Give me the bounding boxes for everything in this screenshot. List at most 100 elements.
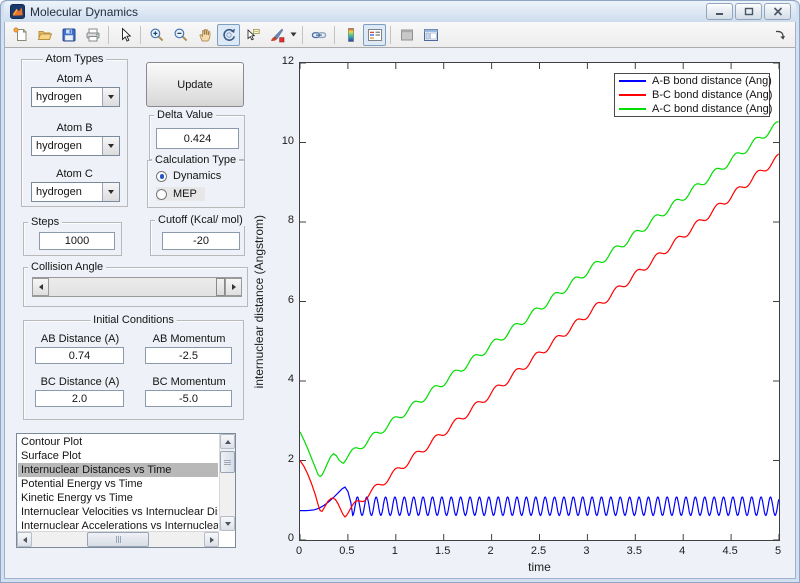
ab-momentum-label: AB Momentum xyxy=(152,333,226,345)
dock-figure-button[interactable] xyxy=(768,24,791,46)
x-axis-label: time xyxy=(528,560,551,574)
bc-distance-label: BC Distance (A) xyxy=(40,376,120,388)
chevron-down-icon xyxy=(108,190,114,194)
data-cursor-button[interactable] xyxy=(241,24,264,46)
brush-button[interactable] xyxy=(265,24,288,46)
atom-c-dropdown[interactable]: hydrogen xyxy=(31,182,120,202)
list-item[interactable]: Internuclear Distances vs Time xyxy=(18,463,218,477)
atom-a-dropdown[interactable]: hydrogen xyxy=(31,87,120,107)
list-item[interactable]: Surface Plot xyxy=(18,449,218,463)
atom-types-panel: Atom Types Atom A hydrogen Atom B hydrog… xyxy=(21,53,128,207)
horizontal-scroll-thumb[interactable] xyxy=(87,532,149,547)
update-button[interactable]: Update xyxy=(146,62,244,107)
plot-type-listbox: Contour Plot Surface Plot Internuclear D… xyxy=(16,433,236,548)
pan-button[interactable] xyxy=(193,24,216,46)
scroll-right-button[interactable] xyxy=(204,532,219,547)
slider-thumb[interactable] xyxy=(216,278,225,296)
horizontal-scrollbar[interactable] xyxy=(17,531,219,547)
x-tick-label: 0 xyxy=(295,545,303,557)
delta-value-title: Delta Value xyxy=(154,109,217,121)
dock-arrow-icon xyxy=(775,30,785,40)
y-tick-label: 8 xyxy=(287,214,294,226)
atom-b-dropdown[interactable]: hydrogen xyxy=(31,136,120,156)
hide-plot-tools-button[interactable] xyxy=(395,24,418,46)
y-tick-label: 4 xyxy=(287,373,294,385)
radio-icon xyxy=(156,188,167,200)
dynamics-radio[interactable]: Dynamics xyxy=(156,169,221,183)
plot-axes[interactable] xyxy=(299,62,780,541)
rotate-3d-button[interactable] xyxy=(217,23,240,46)
title-bar: Molecular Dynamics xyxy=(4,1,796,22)
steps-title: Steps xyxy=(28,216,63,228)
atom-a-value: hydrogen xyxy=(36,91,82,103)
ab-distance-field[interactable]: 0.74 xyxy=(35,347,124,364)
delta-value-field[interactable]: 0.424 xyxy=(156,128,239,149)
new-figure-icon xyxy=(12,26,26,41)
y-tick-label: 2 xyxy=(287,452,294,465)
x-tick-label: 4 xyxy=(679,545,686,557)
y-tick-label: 6 xyxy=(287,293,294,306)
atom-b-value: hydrogen xyxy=(36,140,82,152)
maximize-icon xyxy=(744,7,753,16)
open-file-button[interactable] xyxy=(33,24,56,46)
maximize-button[interactable] xyxy=(735,3,762,20)
toolbar-separator xyxy=(140,25,141,44)
legend-line-swatch xyxy=(619,94,646,96)
initial-conditions-title: Initial Conditions xyxy=(90,314,177,326)
link-plot-button[interactable] xyxy=(307,24,330,46)
toolbar-separator xyxy=(390,25,391,44)
list-item[interactable]: Kinetic Energy vs Time xyxy=(18,491,218,505)
close-button[interactable] xyxy=(764,3,791,20)
new-figure-button[interactable] xyxy=(9,24,32,46)
cutoff-field[interactable]: -20 xyxy=(162,232,240,250)
x-tick-label: 2.5 xyxy=(530,545,547,557)
minimize-button[interactable] xyxy=(706,3,733,20)
save-floppy-icon xyxy=(62,28,75,41)
x-tick-label: 2 xyxy=(487,545,494,557)
list-item[interactable]: Internuclear Accelerations vs Internucle… xyxy=(18,519,218,530)
figure-client-area: Atom Types Atom A hydrogen Atom B hydrog… xyxy=(5,48,795,578)
insert-colorbar-button[interactable] xyxy=(339,24,362,46)
atom-a-dropdown-button[interactable] xyxy=(102,88,119,106)
printer-icon xyxy=(86,28,99,41)
mep-radio-label: MEP xyxy=(173,188,197,200)
legend-entry: A-B bond distance (Ang) xyxy=(619,75,772,87)
ab-momentum-field[interactable]: -2.5 xyxy=(145,347,232,364)
initial-conditions-panel: Initial Conditions AB Distance (A) AB Mo… xyxy=(23,314,244,420)
insert-legend-button[interactable] xyxy=(363,23,386,46)
window-title: Molecular Dynamics xyxy=(30,4,139,19)
list-item[interactable]: Internuclear Velocities vs Internuclear … xyxy=(18,505,218,519)
legend-entry: B-C bond distance (Ang) xyxy=(619,89,772,101)
bc-distance-field[interactable]: 2.0 xyxy=(35,390,124,407)
bc-momentum-field[interactable]: -5.0 xyxy=(145,390,232,407)
plot-canvas[interactable] xyxy=(300,63,779,540)
hide-plot-tools-icon xyxy=(400,29,413,40)
toolbar-separator xyxy=(108,25,109,44)
atom-b-dropdown-button[interactable] xyxy=(102,137,119,155)
scroll-left-button[interactable] xyxy=(17,532,32,547)
show-plot-tools-dock-button[interactable] xyxy=(419,24,442,46)
y-tick-label: 12 xyxy=(281,55,294,67)
zoom-out-button[interactable] xyxy=(169,24,192,46)
edit-plot-button[interactable] xyxy=(113,24,136,46)
slider-right-arrow[interactable] xyxy=(225,278,242,296)
steps-panel: Steps 1000 xyxy=(23,216,122,256)
scroll-up-button[interactable] xyxy=(220,434,235,449)
collision-angle-slider[interactable] xyxy=(32,277,242,297)
mep-radio[interactable]: MEP xyxy=(156,187,205,201)
save-figure-button[interactable] xyxy=(57,24,80,46)
brush-dropdown-caret[interactable] xyxy=(289,24,298,46)
atom-c-dropdown-button[interactable] xyxy=(102,183,119,201)
zoom-in-button[interactable] xyxy=(145,24,168,46)
slider-left-arrow[interactable] xyxy=(32,278,49,296)
list-item[interactable]: Contour Plot xyxy=(18,435,218,449)
steps-field[interactable]: 1000 xyxy=(39,232,115,250)
list-item[interactable]: Potential Energy vs Time xyxy=(18,477,218,491)
print-figure-button[interactable] xyxy=(81,24,104,46)
vertical-scroll-thumb[interactable] xyxy=(220,451,235,473)
collision-angle-title: Collision Angle xyxy=(28,261,107,273)
bc-momentum-label: BC Momentum xyxy=(152,376,226,388)
vertical-scrollbar[interactable] xyxy=(219,434,235,531)
x-tick-label: 4.5 xyxy=(722,545,738,557)
scroll-down-button[interactable] xyxy=(220,516,235,531)
